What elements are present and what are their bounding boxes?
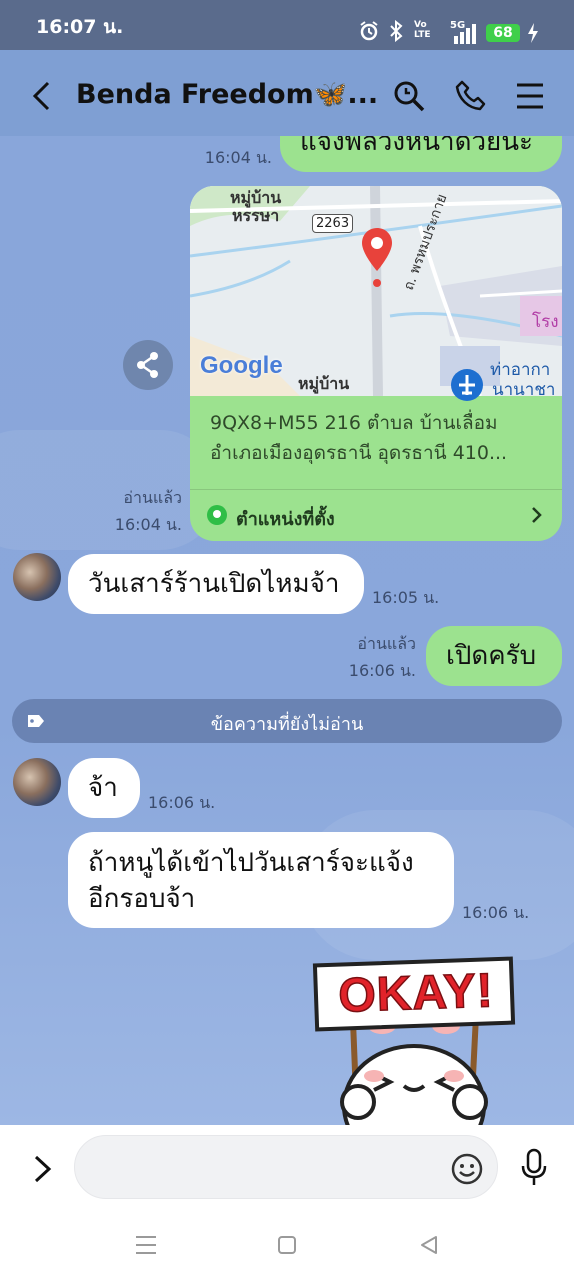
chat-title[interactable]: Benda Freedom🦋... xyxy=(76,78,378,110)
message-input[interactable] xyxy=(74,1135,498,1199)
share-button[interactable] xyxy=(123,340,173,390)
message-time: 16:06 น. xyxy=(462,903,530,922)
location-link-label[interactable]: ตำแหน่งที่ตั้ง xyxy=(236,504,335,533)
message-bubble-mine[interactable]: เปิดครับ xyxy=(426,626,562,686)
read-receipt: อ่านแล้ว xyxy=(357,634,416,653)
road-number: 2263 xyxy=(312,214,354,233)
avatar[interactable] xyxy=(13,553,61,601)
location-address: 9QX8+M55 216 ตำบล บ้านเลื่อม อำเภอเมืองอ… xyxy=(210,412,508,464)
unread-divider: ข้อความที่ยังไม่อ่าน xyxy=(12,699,562,743)
map-label: โรง xyxy=(532,312,559,332)
share-icon xyxy=(137,352,158,378)
message-bubble-theirs[interactable]: จ้า xyxy=(68,758,140,818)
location-card[interactable]: หมู่บ้าน หรรษา 2263 ถ. พรหมประกาย ท่าอาก… xyxy=(190,186,562,541)
map-label: หมู่บ้าน xyxy=(298,374,350,393)
mic-icon[interactable] xyxy=(520,1148,548,1192)
sticker-sign-text: OKAY! xyxy=(337,964,496,1024)
chevron-right-icon[interactable] xyxy=(530,504,544,530)
nav-back-icon[interactable] xyxy=(418,1234,440,1260)
bluetooth-icon xyxy=(388,19,404,47)
message-text: จ้า xyxy=(88,773,118,803)
charging-icon xyxy=(526,22,540,48)
expand-icon[interactable] xyxy=(32,1154,54,1188)
nav-menu-icon[interactable] xyxy=(134,1234,158,1260)
nav-home-icon[interactable] xyxy=(276,1234,298,1260)
location-pin-icon xyxy=(360,226,394,292)
phone-icon[interactable] xyxy=(454,79,488,117)
sticker[interactable]: OKAY! xyxy=(312,956,516,1125)
alarm-icon xyxy=(358,20,380,47)
message-bubble-theirs[interactable]: ถ้าหนูได้เข้าไปวันเสาร์จะแจ้ง อีกรอบจ้า xyxy=(68,832,454,928)
message-time: 16:04 น. xyxy=(114,515,182,534)
location-divider xyxy=(190,489,562,490)
back-icon[interactable] xyxy=(28,80,56,116)
search-icon[interactable] xyxy=(392,79,426,117)
message-bubble-theirs[interactable]: วันเสาร์ร้านเปิดไหมจ้า xyxy=(68,554,364,614)
menu-icon[interactable] xyxy=(516,82,544,114)
map-label: หรรษา xyxy=(232,206,280,225)
location-pin-icon xyxy=(206,504,228,530)
message-text-line: อีกรอบจ้า xyxy=(88,884,196,914)
map-label: นานาชา xyxy=(492,380,556,396)
message-text: วันเสาร์ร้านเปิดไหมจ้า xyxy=(88,569,340,599)
airport-icon xyxy=(450,368,484,406)
avatar[interactable] xyxy=(13,758,61,806)
battery-level: 68 xyxy=(486,24,520,42)
message-time: 16:06 น. xyxy=(348,661,416,680)
signal-icon xyxy=(452,22,478,48)
message-time: 16:06 น. xyxy=(148,793,216,812)
message-time: 16:05 น. xyxy=(372,588,440,607)
volte-label: Vo LTE xyxy=(414,20,431,40)
status-time: 16:07 น. xyxy=(36,16,124,38)
message-time: 16:04 น. xyxy=(204,148,272,167)
message-text: เปิดครับ xyxy=(446,641,537,671)
google-logo: Google xyxy=(200,352,283,379)
read-receipt: อ่านแล้ว xyxy=(123,488,182,507)
unread-divider-label: ข้อความที่ยังไม่อ่าน xyxy=(210,714,364,735)
emoji-icon[interactable] xyxy=(450,1152,484,1190)
message-text-line: ถ้าหนูได้เข้าไปวันเสาร์จะแจ้ง xyxy=(88,848,414,878)
